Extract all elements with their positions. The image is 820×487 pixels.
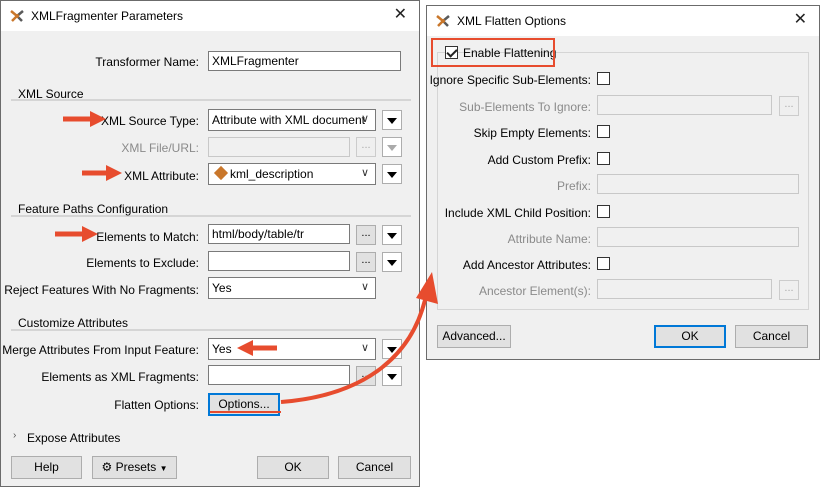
close-icon[interactable]: ✕ xyxy=(794,12,807,28)
sub-elements-input[interactable] xyxy=(597,95,772,115)
ancestor-elements-label: Ancestor Element(s): xyxy=(478,284,591,298)
fragments-input[interactable] xyxy=(208,365,350,385)
close-icon[interactable]: ✕ xyxy=(394,7,407,23)
file-url-input[interactable] xyxy=(208,137,350,157)
exclude-label: Elements to Exclude: xyxy=(86,256,199,270)
presets-label: Presets xyxy=(115,460,157,474)
flatten-label: Flatten Options: xyxy=(114,398,199,412)
presets-button[interactable]: ⚙ Presets ▼ xyxy=(92,456,177,479)
help-button[interactable]: Help xyxy=(11,456,82,479)
advanced-button[interactable]: Advanced... xyxy=(437,325,511,348)
file-url-label: XML File/URL: xyxy=(121,141,199,155)
xml-attribute-value: kml_description xyxy=(230,167,314,181)
child-position-checkbox[interactable] xyxy=(597,205,610,218)
attribute-name-label: Attribute Name: xyxy=(507,232,591,246)
merge-menu-button[interactable] xyxy=(382,339,402,359)
ignore-checkbox[interactable] xyxy=(597,72,610,85)
custom-prefix-label: Add Custom Prefix: xyxy=(487,153,591,167)
ok-button[interactable]: OK xyxy=(654,325,726,348)
customize-title: Customize Attributes xyxy=(18,316,129,330)
file-url-menu-button[interactable] xyxy=(382,137,402,157)
reject-select[interactable]: Yes ∨ xyxy=(208,277,376,299)
match-label: Elements to Match: xyxy=(96,230,199,244)
exclude-input[interactable] xyxy=(208,251,350,271)
feature-paths-title: Feature Paths Configuration xyxy=(18,202,169,216)
xml-attribute-menu-button[interactable] xyxy=(382,164,402,184)
fme-transformer-icon xyxy=(435,13,451,29)
merge-value: Yes xyxy=(212,342,232,356)
chevron-down-icon: ∨ xyxy=(360,281,369,293)
exclude-browse-button[interactable]: ... xyxy=(356,252,376,272)
prefix-input[interactable] xyxy=(597,174,799,194)
xml-source-title: XML Source xyxy=(18,87,84,101)
attribute-name-input[interactable] xyxy=(597,227,799,247)
cancel-button[interactable]: Cancel xyxy=(735,325,808,348)
exclude-menu-button[interactable] xyxy=(382,252,402,272)
attribute-tag-icon xyxy=(213,165,229,181)
chevron-down-icon: ∨ xyxy=(360,167,369,179)
source-type-value: Attribute with XML document xyxy=(212,113,365,127)
match-browse-button[interactable]: ... xyxy=(356,225,376,245)
sub-elements-browse-button[interactable]: ... xyxy=(779,96,799,116)
gear-icon: ⚙ xyxy=(101,460,113,474)
transformer-name-label: Transformer Name: xyxy=(95,55,199,69)
window-title: XMLFragmenter Parameters xyxy=(31,9,184,23)
reject-value: Yes xyxy=(212,281,232,295)
file-url-browse-button[interactable]: ... xyxy=(356,137,376,157)
ancestor-elements-browse-button[interactable]: ... xyxy=(779,280,799,300)
expose-attributes-label[interactable]: Expose Attributes xyxy=(27,431,120,445)
fragments-menu-button[interactable] xyxy=(382,366,402,386)
dropdown-triangle-icon: ▼ xyxy=(159,464,168,473)
expose-attributes-chevron-icon[interactable]: › xyxy=(13,430,16,441)
reject-label: Reject Features With No Fragments: xyxy=(4,283,199,297)
fragments-browse-button[interactable]: ... xyxy=(356,366,376,386)
match-menu-button[interactable] xyxy=(382,225,402,245)
chevron-down-icon: ∨ xyxy=(360,342,369,354)
source-type-label: XML Source Type: xyxy=(100,114,199,128)
merge-label: Merge Attributes From Input Feature: xyxy=(2,343,199,357)
ok-button[interactable]: OK xyxy=(257,456,329,479)
fragments-label: Elements as XML Fragments: xyxy=(41,370,199,384)
transformer-name-input[interactable]: XMLFragmenter xyxy=(208,51,401,71)
enable-flattening-highlight xyxy=(431,38,555,67)
ancestor-elements-input[interactable] xyxy=(597,279,772,299)
source-type-select[interactable]: Attribute with XML document ∨ xyxy=(208,109,376,131)
skip-empty-checkbox[interactable] xyxy=(597,125,610,138)
xml-attribute-label: XML Attribute: xyxy=(124,169,199,183)
ancestor-attrs-checkbox[interactable] xyxy=(597,257,610,270)
custom-prefix-checkbox[interactable] xyxy=(597,152,610,165)
match-input[interactable]: html/body/table/tr xyxy=(208,224,350,244)
title-bar: XML Flatten Options ✕ xyxy=(427,6,819,36)
source-type-menu-button[interactable] xyxy=(382,110,402,130)
xml-attribute-select[interactable]: kml_description ∨ xyxy=(208,163,376,185)
sub-elements-label: Sub-Elements To Ignore: xyxy=(459,100,591,114)
merge-select[interactable]: Yes ∨ xyxy=(208,338,376,360)
ancestor-attrs-label: Add Ancestor Attributes: xyxy=(462,258,591,272)
ignore-label: Ignore Specific Sub-Elements: xyxy=(429,73,591,87)
xmlfragmenter-dialog: XMLFragmenter Parameters ✕ Transformer N… xyxy=(0,0,420,487)
cancel-button[interactable]: Cancel xyxy=(338,456,411,479)
flatten-options-button[interactable]: Options... xyxy=(208,393,280,416)
chevron-down-icon: ∨ xyxy=(360,113,369,125)
skip-empty-label: Skip Empty Elements: xyxy=(473,126,591,140)
child-position-label: Include XML Child Position: xyxy=(444,206,591,220)
title-bar: XMLFragmenter Parameters ✕ xyxy=(1,1,419,31)
window-title: XML Flatten Options xyxy=(457,14,566,28)
prefix-label: Prefix: xyxy=(556,179,591,193)
fme-transformer-icon xyxy=(9,8,25,24)
